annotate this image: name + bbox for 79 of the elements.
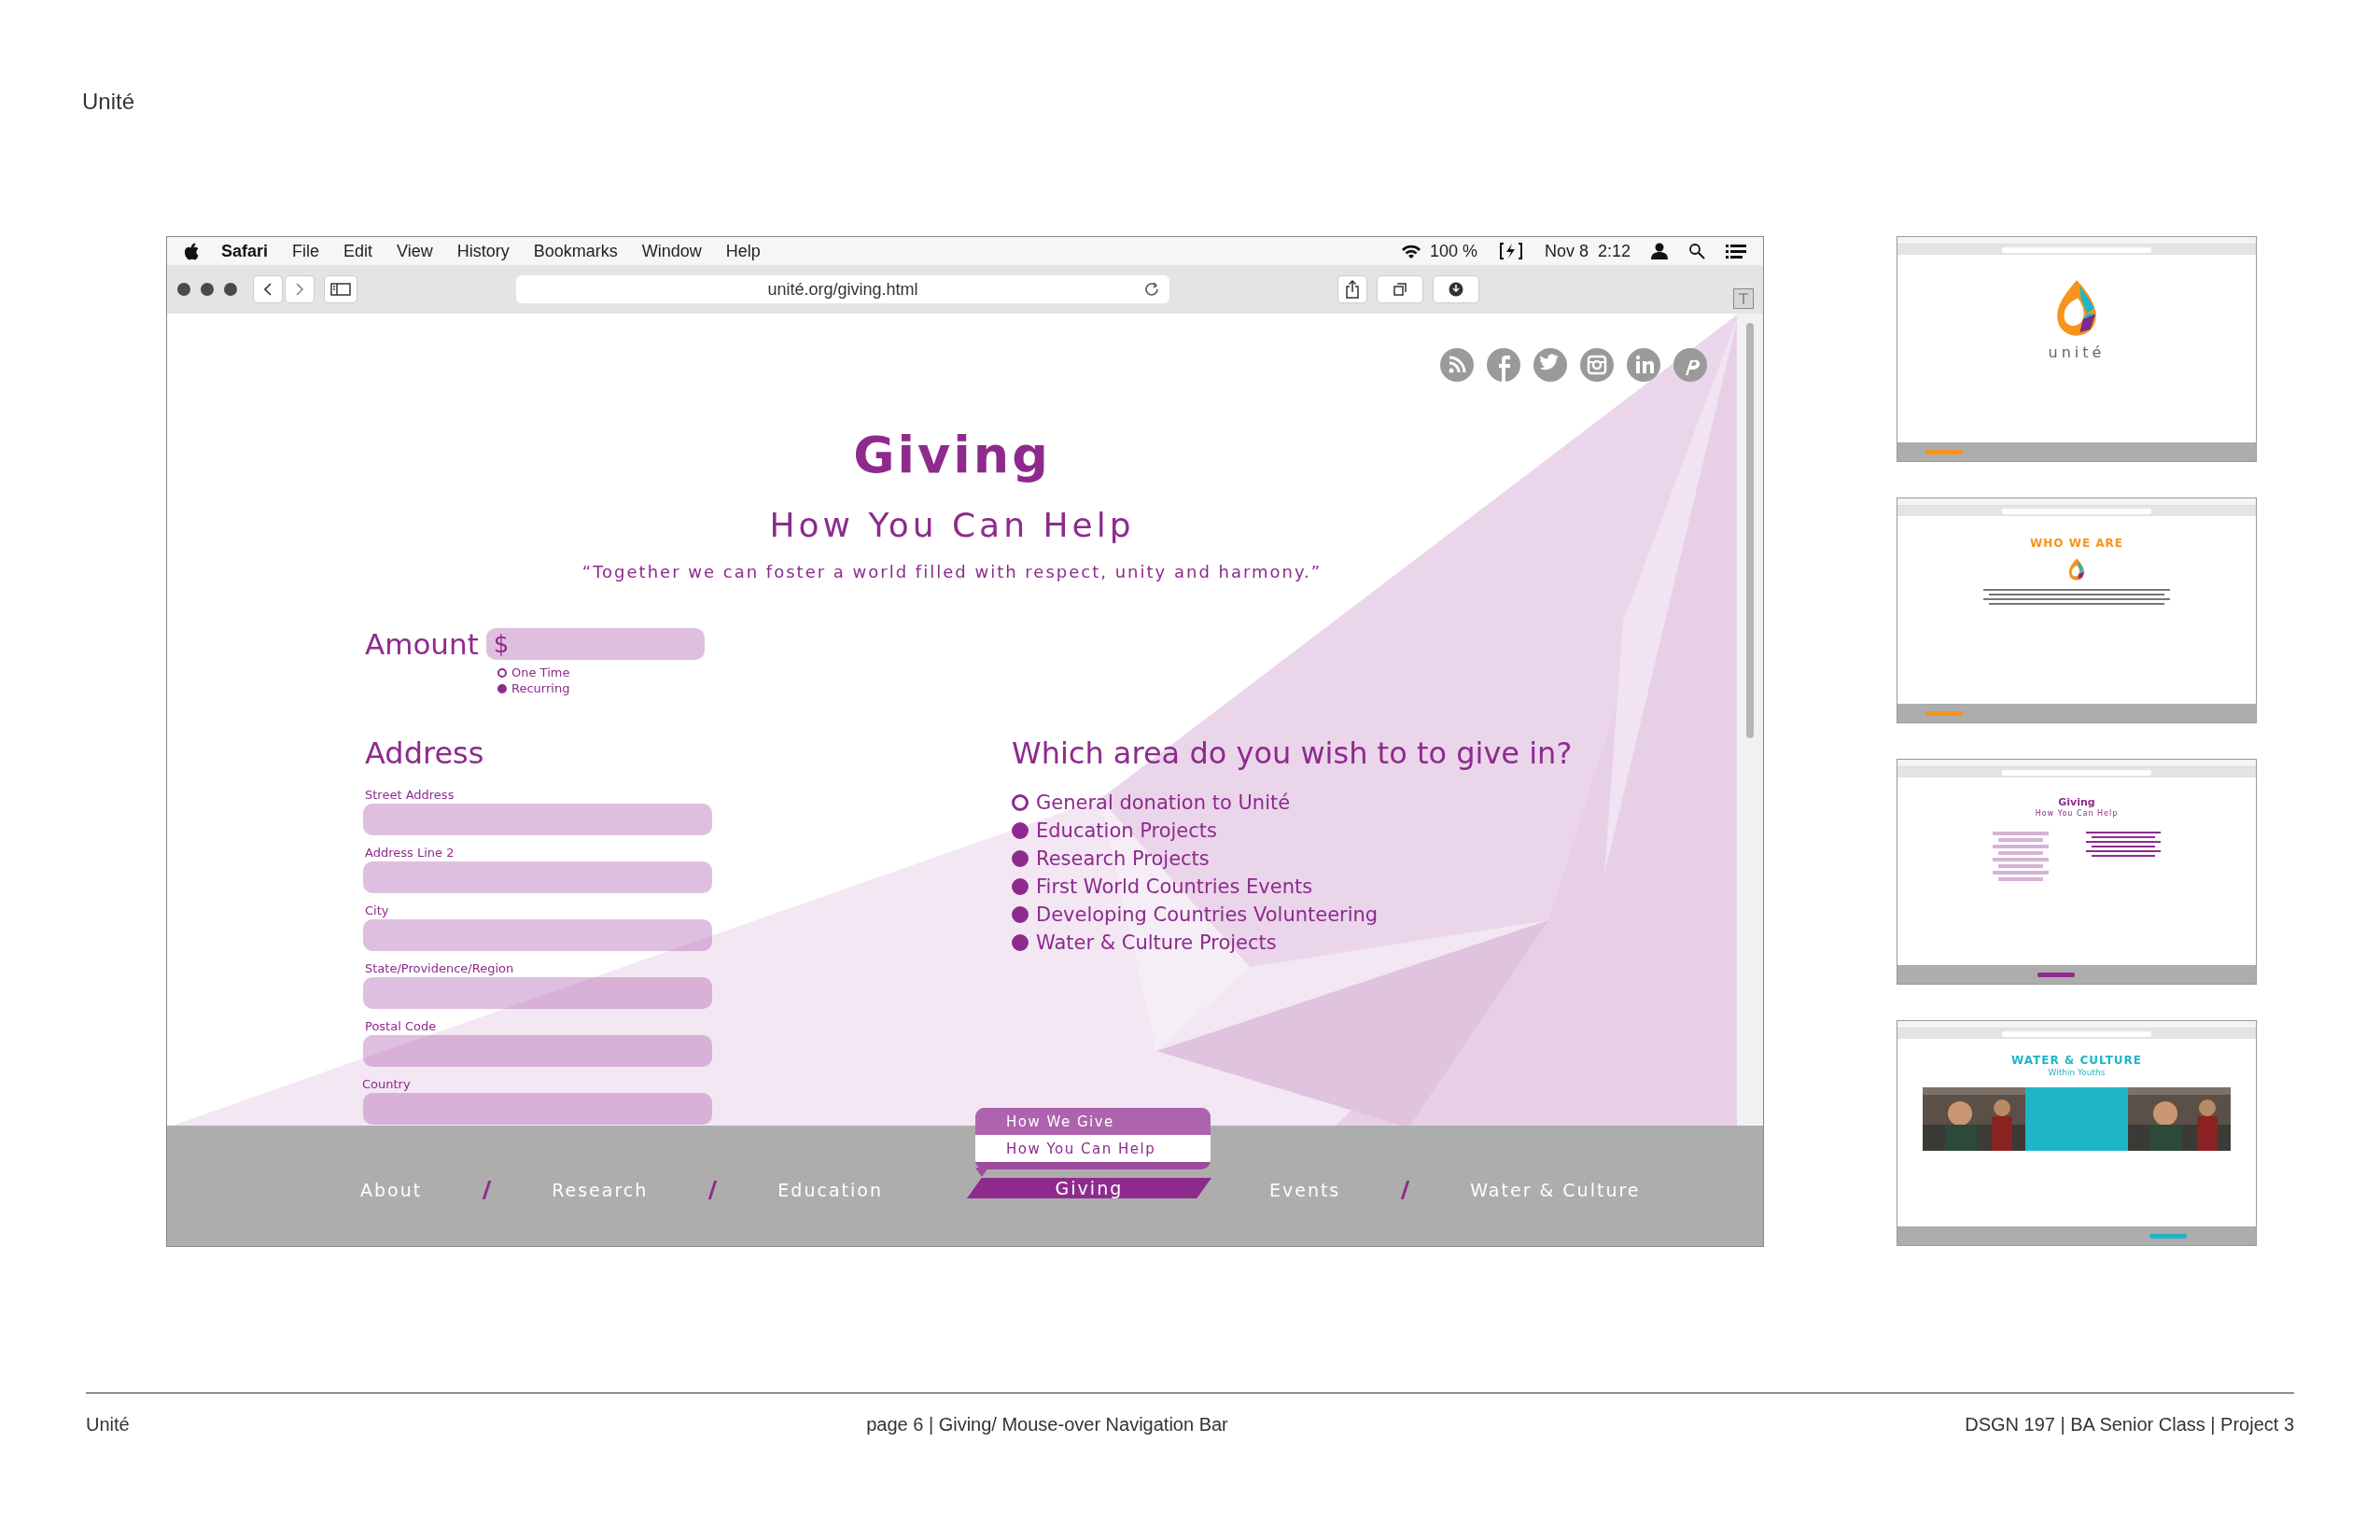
radio-option[interactable]: Water & Culture Projects <box>1012 929 1277 957</box>
instagram-icon[interactable] <box>1580 348 1614 382</box>
dropdown-item[interactable]: How You Can Help <box>974 1135 1211 1162</box>
app-menu[interactable]: Safari <box>219 239 271 263</box>
amount-label: Amount <box>365 626 479 663</box>
thumbnail-subheading: Within Youths <box>2048 1067 2106 1078</box>
reload-icon[interactable] <box>1143 281 1160 298</box>
menu-item[interactable]: Window <box>639 239 704 263</box>
list-icon[interactable] <box>1726 243 1746 259</box>
page-subheading: How You Can Help <box>769 505 1135 546</box>
text-lines-drawing <box>1993 832 2049 884</box>
download-button[interactable] <box>1433 275 1479 303</box>
address-bar[interactable]: unité.org/giving.html <box>516 275 1169 303</box>
document-title: Unité <box>82 88 135 116</box>
linkedin-icon[interactable] <box>1627 348 1660 382</box>
tabs-icon <box>1393 283 1407 296</box>
tabs-button[interactable] <box>1377 275 1423 303</box>
share-button[interactable] <box>1337 275 1367 303</box>
radio-option[interactable]: Education Projects <box>1012 817 1217 845</box>
chevron-left-icon <box>264 283 272 296</box>
new-tab-button[interactable] <box>1733 288 1754 309</box>
facebook-icon[interactable] <box>1487 348 1520 382</box>
download-icon <box>1449 282 1463 297</box>
radio-option[interactable]: One Time <box>497 665 570 680</box>
radio-option[interactable]: Developing Countries Volunteering <box>1012 901 1379 929</box>
back-button[interactable] <box>253 275 283 303</box>
menu-item[interactable]: File <box>290 239 322 263</box>
field-label: Address Line 2 <box>365 845 455 861</box>
user-icon[interactable] <box>1651 243 1668 259</box>
scrollbar[interactable] <box>1737 314 1763 1126</box>
pinterest-icon[interactable] <box>1673 348 1707 382</box>
screen-thumbnail[interactable]: Giving How You Can Help <box>1897 759 2257 985</box>
amount-field[interactable]: $ <box>485 628 705 660</box>
field-label: City <box>365 903 389 919</box>
apple-icon[interactable] <box>184 242 199 260</box>
sidebar-icon <box>330 283 351 296</box>
footer-text: Unité <box>86 1413 130 1436</box>
quote-text: “Together we can foster a world filled with respect, unity and harmony.” <box>581 561 1323 583</box>
thumbnail-heading: WATER & CULTURE <box>2010 1054 2143 1067</box>
field-label: State/Providence/Region <box>365 960 514 977</box>
sidebar-button[interactable] <box>324 275 357 303</box>
menu-item[interactable]: View <box>395 239 435 263</box>
section-heading: Address <box>365 735 484 773</box>
radio-option[interactable]: Research Projects <box>1012 845 1210 873</box>
window-controls-icon[interactable] <box>176 282 238 297</box>
share-icon <box>1346 280 1359 299</box>
field-label: Country <box>362 1076 411 1093</box>
radio-option[interactable]: First World Countries Events <box>1012 873 1313 901</box>
twitter-icon[interactable] <box>1533 348 1567 382</box>
thumbnail-heading: Giving <box>2058 796 2095 808</box>
nav-tab[interactable]: Giving <box>966 1178 1211 1198</box>
page-heading: Giving <box>853 425 1051 486</box>
thumbnail-heading: WHO WE ARE <box>2030 537 2123 550</box>
search-icon[interactable] <box>1688 243 1705 259</box>
menu-item[interactable]: Bookmarks <box>531 239 620 263</box>
radio-option[interactable]: Recurring <box>497 680 570 696</box>
chevron-right-icon <box>296 283 303 296</box>
field-label: Postal Code <box>365 1018 437 1035</box>
battery-charging-icon[interactable] <box>1497 242 1524 260</box>
dropdown-item[interactable]: How We Give <box>974 1108 1211 1135</box>
thumbnail-subheading: How You Can Help <box>2035 808 2119 819</box>
field-label: Street Address <box>365 787 455 804</box>
forward-button[interactable] <box>285 275 315 303</box>
rss-icon[interactable] <box>1440 348 1474 382</box>
menu-item[interactable]: History <box>455 239 511 263</box>
logo-icon <box>2066 557 2087 582</box>
menu-date: Nov 8 <box>1544 240 1589 262</box>
menu-item[interactable]: Help <box>723 239 763 263</box>
thumbnail-logo-text: unité <box>2048 343 2106 363</box>
address-text: unité.org/giving.html <box>767 278 918 301</box>
menu-item[interactable]: Edit <box>342 239 375 263</box>
screen-thumbnail[interactable]: unité <box>1897 236 2257 462</box>
scroll-thumb[interactable] <box>1746 323 1754 738</box>
radio-option[interactable]: General donation to Unité <box>1012 789 1291 817</box>
footer-text: page 6 | Giving/ Mouse-over Navigation Bar <box>866 1413 1228 1436</box>
battery-level: 100 % <box>1429 240 1477 262</box>
footer-text: DSGN 197 | BA Senior Class | Project 3 <box>1965 1413 2294 1436</box>
menu-clock: 2:12 <box>1597 240 1631 262</box>
section-heading: Which area do you wish to to give in? <box>1012 735 1573 773</box>
